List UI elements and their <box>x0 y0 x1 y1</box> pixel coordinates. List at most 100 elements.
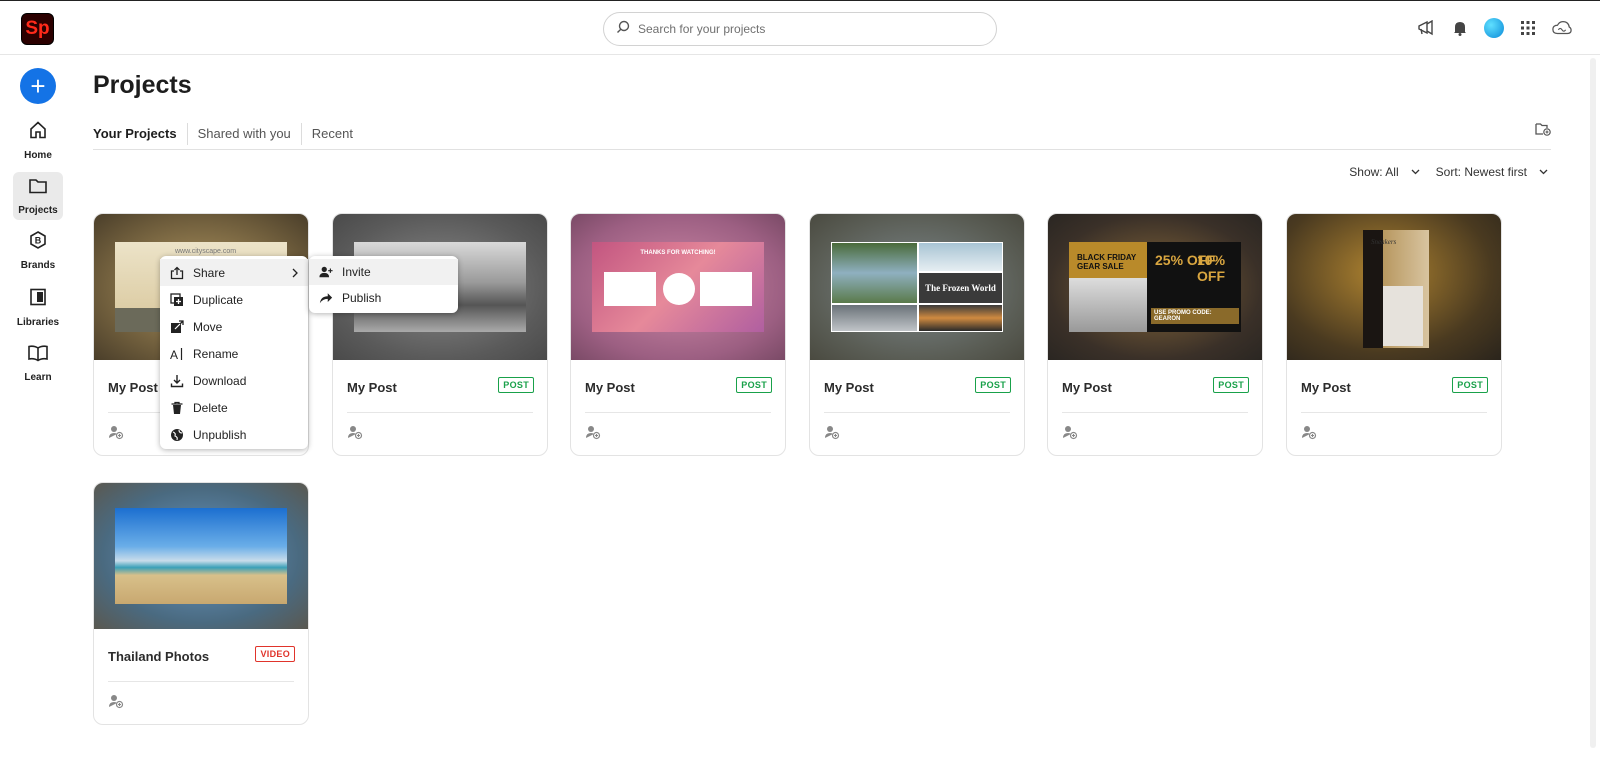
tab-recent[interactable]: Recent <box>300 122 363 145</box>
avatar[interactable] <box>1484 18 1504 38</box>
submenu-item-label: Publish <box>342 291 382 305</box>
nav-brands-label: Brands <box>20 259 56 271</box>
project-card[interactable]: BLACK FRIDAY GEAR SALE 25% OFF 10% OFF U… <box>1047 213 1263 456</box>
thumbnail-text: 10% OFF <box>1197 252 1226 284</box>
thumbnail-text: THANKS FOR WATCHING! <box>640 250 716 256</box>
tab-shared-with-you[interactable]: Shared with you <box>186 122 301 145</box>
create-button[interactable]: + <box>20 68 56 104</box>
chevron-right-icon <box>292 267 298 281</box>
add-collaborator-icon[interactable] <box>585 424 601 445</box>
project-card[interactable]: The Frozen World My Post POST <box>809 213 1025 456</box>
thumbnail-text: The Frozen World <box>919 273 1002 303</box>
rename-icon: A <box>170 347 184 361</box>
post-badge: POST <box>975 377 1011 393</box>
divider <box>585 412 771 413</box>
post-badge: POST <box>1452 377 1488 393</box>
menu-item-download[interactable]: Download <box>160 367 308 394</box>
submenu-item-publish[interactable]: Publish <box>309 285 458 311</box>
bell-icon[interactable] <box>1450 18 1470 38</box>
search-bar[interactable] <box>603 12 997 46</box>
project-card[interactable]: Sneakers My Post POST <box>1286 213 1502 456</box>
home-icon <box>28 120 48 145</box>
menu-item-label: Delete <box>193 400 228 415</box>
nav-home[interactable]: Home <box>13 116 63 164</box>
project-title: My Post <box>824 380 874 395</box>
project-card[interactable]: THANKS FOR WATCHING! My Post POST <box>570 213 786 456</box>
publish-arrow-icon <box>319 291 333 305</box>
post-badge: POST <box>736 377 772 393</box>
project-card[interactable]: My Post POST <box>332 213 548 456</box>
add-collaborator-icon[interactable] <box>824 424 840 445</box>
svg-text:B: B <box>35 235 42 245</box>
project-title: My Post <box>108 380 158 395</box>
nav-learn[interactable]: Learn <box>13 339 63 387</box>
app-logo[interactable]: Sp <box>21 13 54 45</box>
add-collaborator-icon[interactable] <box>108 693 124 714</box>
sort-label: Sort: Newest first <box>1435 165 1527 179</box>
project-title: My Post <box>347 380 397 395</box>
thumbnail-text: BLACK FRIDAY GEAR SALE <box>1077 253 1137 271</box>
invite-user-icon <box>319 265 333 279</box>
megaphone-icon[interactable] <box>1416 18 1436 38</box>
menu-item-share[interactable]: Share <box>160 259 308 286</box>
menu-item-duplicate[interactable]: Duplicate <box>160 286 308 313</box>
thumbnail-image <box>115 508 287 604</box>
thumbnail-text: Sneakers <box>1371 238 1397 246</box>
nav-libraries[interactable]: Libraries <box>13 283 63 331</box>
project-title: My Post <box>585 380 635 395</box>
download-icon <box>170 374 184 388</box>
page-title: Projects <box>93 71 192 99</box>
share-submenu: Invite Publish <box>309 256 458 313</box>
thumbnail-shape <box>1383 286 1423 346</box>
library-icon <box>28 287 48 312</box>
nav-learn-label: Learn <box>24 371 52 383</box>
chevron-down-icon <box>1411 169 1420 175</box>
share-icon <box>170 266 184 280</box>
thumbnail-tile: BLACK FRIDAY GEAR SALE <box>1069 242 1147 332</box>
search-icon <box>616 20 630 39</box>
top-actions <box>1416 18 1572 38</box>
add-collaborator-icon[interactable] <box>108 424 124 445</box>
project-card[interactable]: Thailand Photos VIDEO <box>93 482 309 725</box>
nav-libraries-label: Libraries <box>16 316 60 328</box>
add-collaborator-icon[interactable] <box>347 424 363 445</box>
menu-item-label: Duplicate <box>193 292 244 307</box>
book-icon <box>27 344 49 367</box>
tab-your-projects[interactable]: Your Projects <box>93 123 187 145</box>
menu-item-label: Download <box>193 373 247 388</box>
top-bar: Sp <box>0 0 1600 55</box>
show-filter-dropdown[interactable]: Show: All <box>1349 165 1420 179</box>
thumbnail-shape <box>700 272 752 306</box>
add-collaborator-icon[interactable] <box>1301 424 1317 445</box>
nav-brands[interactable]: B Brands <box>13 226 63 274</box>
new-folder-icon[interactable] <box>1535 122 1551 141</box>
project-context-menu: Share Duplicate Move A Rename Download D… <box>160 256 308 449</box>
trash-icon <box>170 401 184 415</box>
thumbnail-shape <box>663 273 695 305</box>
menu-item-rename[interactable]: A Rename <box>160 340 308 367</box>
show-filter-label: Show: All <box>1349 165 1399 179</box>
menu-item-move[interactable]: Move <box>160 313 308 340</box>
add-collaborator-icon[interactable] <box>1062 424 1078 445</box>
apps-grid-icon[interactable] <box>1518 18 1538 38</box>
creative-cloud-icon[interactable] <box>1552 18 1572 38</box>
thumbnail-tile <box>919 305 1002 331</box>
menu-item-delete[interactable]: Delete <box>160 394 308 421</box>
submenu-item-invite[interactable]: Invite <box>309 259 458 285</box>
project-title: My Post <box>1062 380 1112 395</box>
menu-item-unpublish[interactable]: Unpublish <box>160 421 308 448</box>
divider <box>1301 412 1487 413</box>
menu-item-label: Share <box>193 265 226 280</box>
scrollbar[interactable] <box>1590 58 1596 748</box>
brand-icon: B <box>28 230 48 255</box>
sort-dropdown[interactable]: Sort: Newest first <box>1436 165 1548 179</box>
nav-home-label: Home <box>24 149 52 161</box>
post-badge: POST <box>1213 377 1249 393</box>
submenu-item-label: Invite <box>342 265 371 279</box>
menu-item-label: Rename <box>193 346 239 361</box>
search-input[interactable] <box>638 22 978 36</box>
thumbnail-tile <box>919 243 1002 271</box>
nav-projects[interactable]: Projects <box>13 172 63 220</box>
project-thumbnail: The Frozen World <box>810 214 1024 360</box>
nav-projects-label: Projects <box>18 204 58 216</box>
